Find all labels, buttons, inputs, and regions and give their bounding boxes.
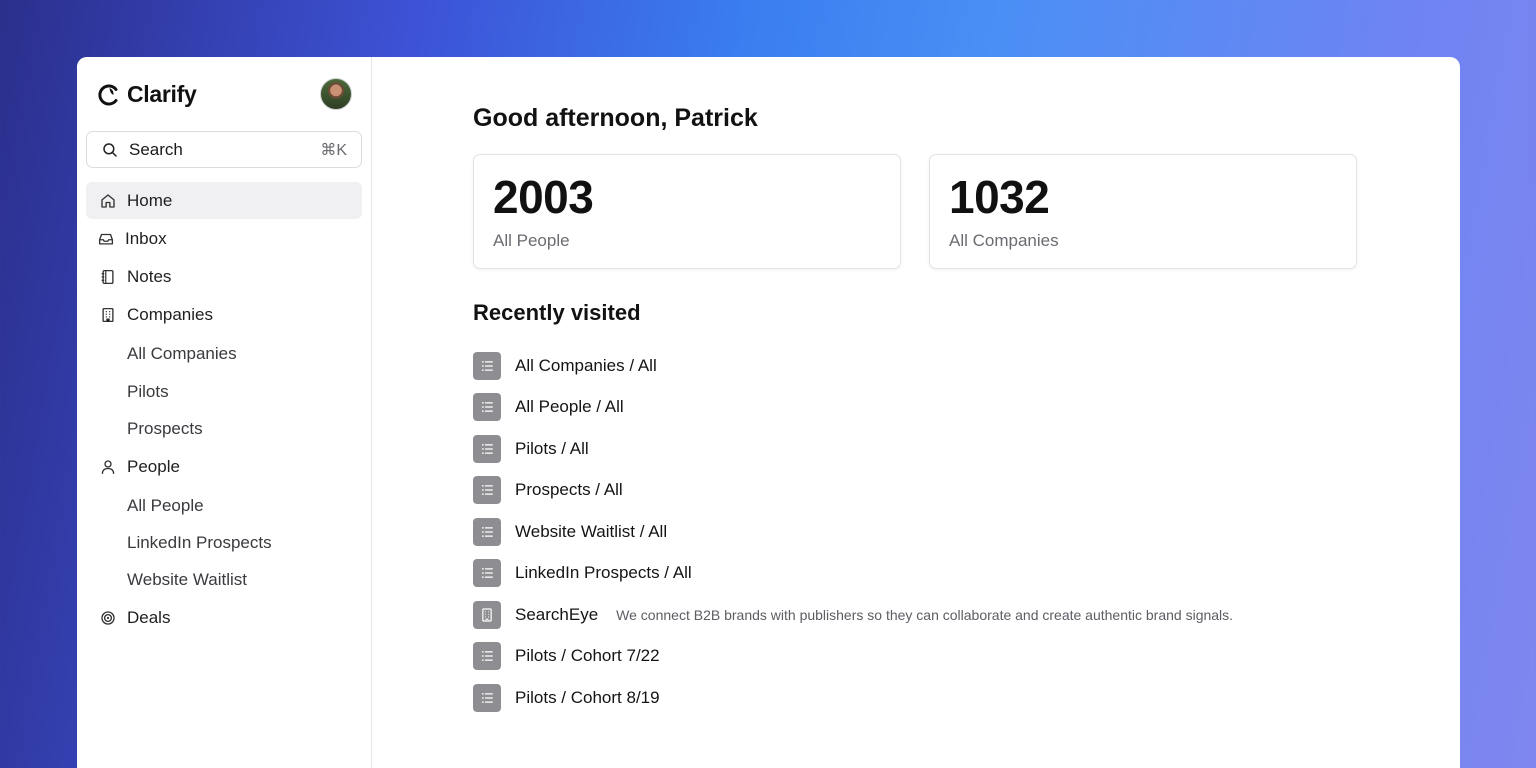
recent-item-label: Pilots / All (515, 438, 589, 458)
list-icon (473, 434, 501, 463)
sidebar-item-companies[interactable]: Companies (86, 296, 362, 333)
list-icon (473, 642, 501, 671)
search-shortcut: ⌘K (320, 141, 347, 159)
sidebar-item-people[interactable]: People (86, 447, 362, 486)
main-content: Good afternoon, Patrick 2003 All People … (473, 57, 1460, 768)
sidebar-item-website-waitlist[interactable]: Website Waitlist (86, 561, 362, 598)
recently-visited-list: All Companies / All All People / All Pil… (473, 345, 1433, 719)
stat-label: All People (493, 231, 570, 250)
search-input[interactable]: Search ⌘K (86, 131, 362, 168)
person-icon (101, 459, 115, 474)
app-name: Clarify (127, 81, 197, 107)
recently-visited-title: Recently visited (473, 300, 641, 325)
sidebar-item-label: Prospects (127, 418, 203, 438)
page-title: Good afternoon, Patrick (473, 104, 758, 132)
sidebar-item-prospects[interactable]: Prospects (86, 410, 362, 447)
recent-item[interactable]: SearchEye We connect B2B brands with pub… (473, 594, 1433, 636)
sidebar-item-label: Companies (127, 304, 213, 324)
sidebar: Clarify Search ⌘K Home Inbox Notes Compa… (77, 57, 372, 768)
inbox-icon (98, 233, 114, 245)
recent-item-label: Website Waitlist / All (515, 521, 668, 541)
app-window: Clarify Search ⌘K Home Inbox Notes Compa… (77, 57, 1460, 768)
sidebar-item-notes[interactable]: Notes (86, 258, 362, 295)
list-icon (473, 683, 501, 712)
building-icon (102, 307, 114, 322)
recent-item-label: LinkedIn Prospects / All (515, 563, 692, 583)
building-icon (473, 600, 501, 629)
brand[interactable]: Clarify (97, 81, 197, 108)
list-icon (473, 351, 501, 380)
sidebar-item-label: Website Waitlist (127, 569, 247, 589)
recent-item[interactable]: Website Waitlist / All (473, 511, 1433, 553)
recent-item-label: Prospects / All (515, 480, 623, 500)
sidebar-item-inbox[interactable]: Inbox (86, 220, 362, 257)
recent-item-label: Pilots / Cohort 8/19 (515, 687, 660, 707)
sidebar-item-label: Home (127, 190, 173, 210)
list-icon (473, 559, 501, 588)
search-label: Search (129, 139, 183, 159)
notebook-icon (101, 269, 114, 284)
clarify-logo-icon (98, 84, 118, 105)
search-icon (103, 142, 117, 157)
sidebar-item-linkedin-prospects[interactable]: LinkedIn Prospects (86, 524, 362, 561)
sidebar-item-label: Notes (127, 266, 172, 286)
sidebar-item-home[interactable]: Home (86, 182, 362, 219)
sidebar-item-label: All People (127, 495, 204, 515)
recent-item-description: We connect B2B brands with publishers so… (616, 606, 1234, 623)
sidebar-item-label: People (127, 456, 180, 476)
recent-item[interactable]: Prospects / All (473, 470, 1433, 512)
target-icon (101, 610, 115, 625)
recent-item-label: SearchEye (515, 604, 599, 624)
recent-item-label: All People / All (515, 397, 624, 417)
sidebar-nav: Home Inbox Notes Companies All Companies… (86, 182, 362, 638)
sidebar-item-all-companies[interactable]: All Companies (86, 335, 362, 373)
list-icon (473, 393, 501, 422)
stat-value: 2003 (493, 171, 594, 223)
list-icon (473, 517, 501, 546)
stat-card-companies[interactable]: 1032 All Companies (929, 154, 1357, 269)
recent-item[interactable]: Pilots / All (473, 428, 1433, 470)
sidebar-item-label: Inbox (125, 228, 167, 248)
sidebar-item-label: All Companies (127, 344, 237, 363)
recent-item[interactable]: LinkedIn Prospects / All (473, 553, 1433, 595)
recent-item[interactable]: Pilots / Cohort 7/22 (473, 636, 1433, 678)
recent-item[interactable]: Pilots / Cohort 8/19 (473, 677, 1433, 719)
sidebar-item-label: Deals (127, 607, 171, 627)
recent-item[interactable]: All Companies / All (473, 345, 1433, 387)
user-avatar[interactable] (320, 78, 352, 110)
home-icon (101, 193, 115, 208)
recent-item-label: Pilots / Cohort 7/22 (515, 646, 660, 666)
list-icon (473, 476, 501, 505)
sidebar-item-deals[interactable]: Deals (86, 598, 362, 637)
stat-value: 1032 (949, 171, 1050, 223)
stat-label: All Companies (949, 231, 1059, 250)
recent-item-label: All Companies / All (515, 355, 657, 375)
sidebar-item-label: Pilots (127, 381, 169, 401)
stat-card-people[interactable]: 2003 All People (473, 154, 901, 269)
recent-item[interactable]: All People / All (473, 387, 1433, 429)
sidebar-item-all-people[interactable]: All People (86, 487, 362, 524)
sidebar-item-pilots[interactable]: Pilots (86, 373, 362, 410)
sidebar-item-label: LinkedIn Prospects (127, 532, 272, 552)
